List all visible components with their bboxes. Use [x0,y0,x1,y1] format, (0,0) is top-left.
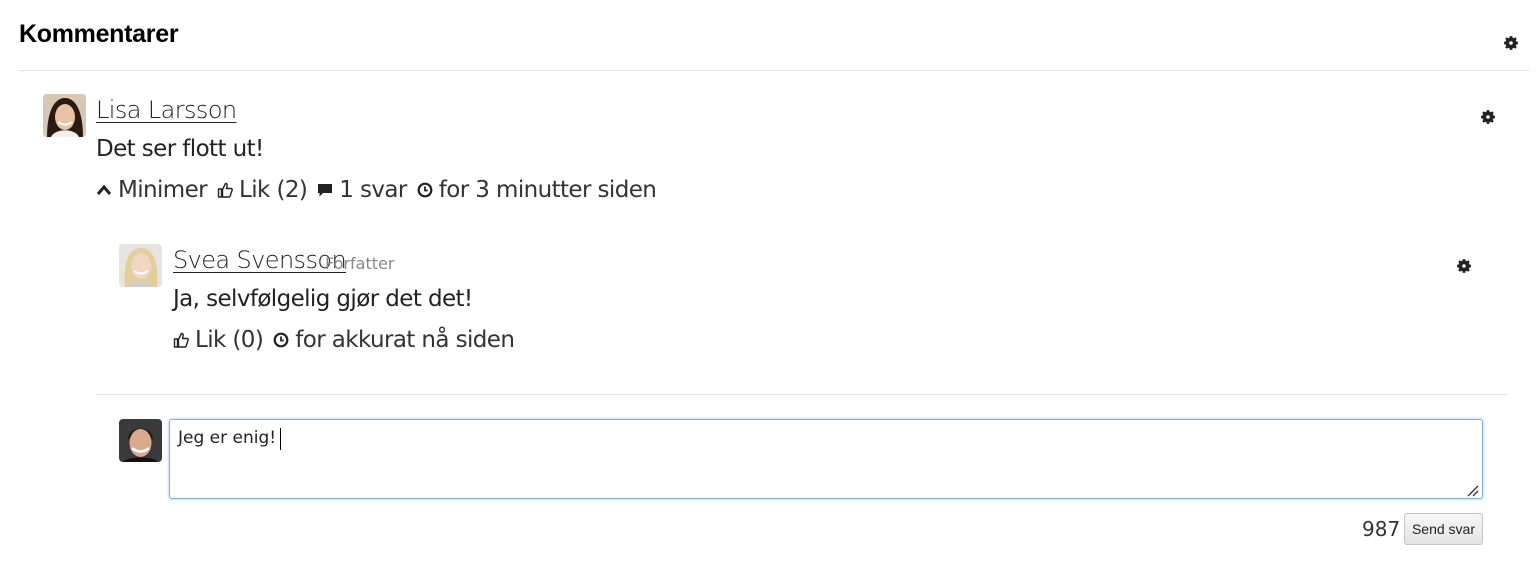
like-button[interactable]: Lik (2) [217,177,308,203]
author-name[interactable]: Svea Svensson [173,246,347,274]
avatar [43,94,86,137]
minimize-button[interactable]: Minimer [96,177,208,203]
timestamp: for akkurat nå siden [273,327,515,353]
timestamp-label: for akkurat nå siden [295,327,515,353]
avatar [119,244,162,287]
comment-actions: Minimer Lik (2) 1 svar for 3 minutter si… [96,177,657,203]
avatar [119,419,162,462]
clock-icon [273,332,289,348]
minimize-label: Minimer [118,177,208,203]
like-button[interactable]: Lik (0) [173,327,264,353]
thumbs-up-icon [173,332,189,348]
char-count: 987 [1362,517,1401,541]
gear-icon[interactable] [1455,257,1473,275]
gear-icon[interactable] [1479,108,1497,126]
timestamp-label: for 3 minutter siden [438,177,657,203]
replies-button[interactable]: 1 svar [317,177,407,203]
resize-handle-icon[interactable] [1463,481,1479,497]
comment-actions: Lik (0) for akkurat nå siden [173,327,515,353]
author-badge: Forfatter [325,254,395,273]
page-title: Kommentarer [19,20,179,48]
like-label: Lik (2) [239,177,308,203]
reply-divider [96,394,1507,395]
timestamp: for 3 minutter siden [417,177,657,203]
clock-icon [417,182,433,198]
chevron-up-icon [96,182,112,198]
thumbs-up-icon [217,182,233,198]
comment-text: Ja, selvfølgelig gjør det det! [173,286,473,312]
comment-icon [317,182,333,198]
header-divider [19,70,1529,71]
author-name[interactable]: Lisa Larsson [96,96,237,124]
text-cursor [280,428,281,450]
send-reply-button[interactable]: Send svar [1404,513,1483,545]
replies-label: 1 svar [339,177,407,203]
gear-icon[interactable] [1502,34,1520,52]
comment-text: Det ser flott ut! [96,136,264,162]
like-label: Lik (0) [195,327,264,353]
reply-input[interactable] [169,419,1483,499]
